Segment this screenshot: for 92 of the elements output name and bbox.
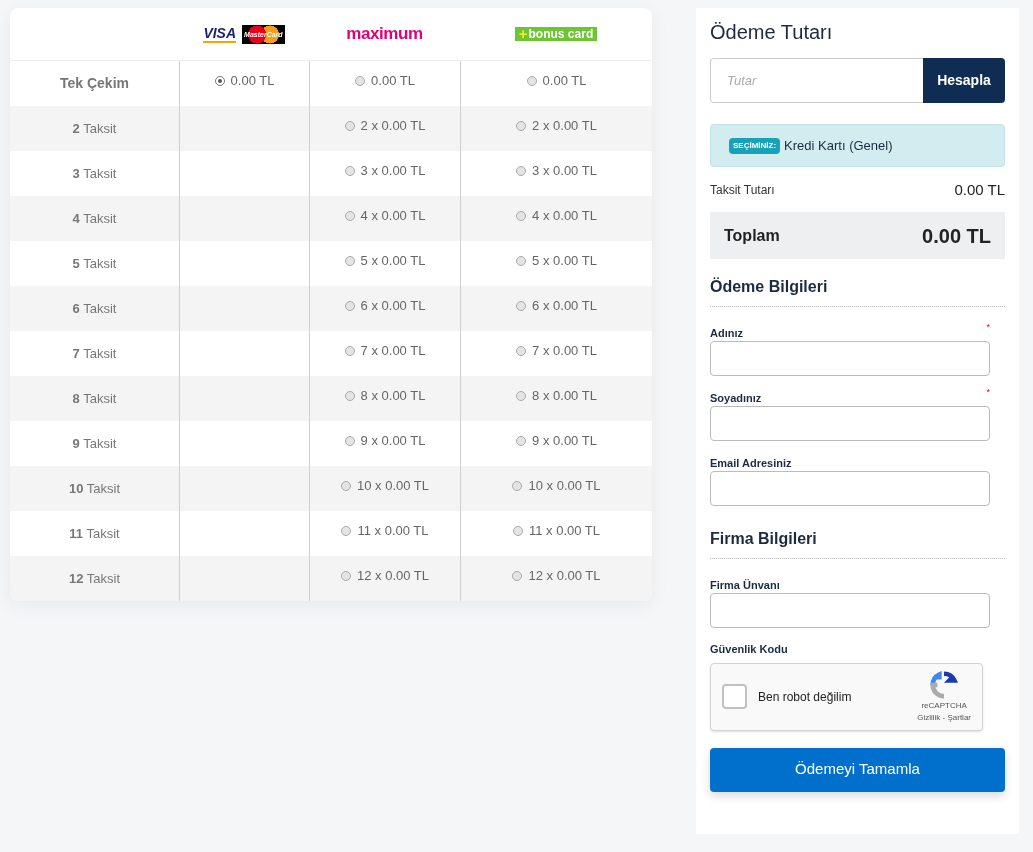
text-field[interactable] — [710, 341, 990, 376]
installment-option[interactable]: 4 x 0.00 TL — [344, 206, 426, 226]
radio-button[interactable] — [516, 436, 527, 446]
selection-badge: SEÇİMİNİZ: — [729, 137, 781, 154]
radio-button[interactable] — [344, 436, 355, 446]
bonus-card-logo: +bonus card — [514, 27, 598, 41]
radio-button[interactable] — [516, 121, 527, 131]
installment-label: 9 Taksit — [72, 434, 117, 453]
installment-amount-value: 0.00 TL — [954, 179, 1005, 200]
radio-button[interactable] — [344, 256, 355, 266]
radio-button[interactable] — [344, 346, 355, 356]
installment-label: 6 Taksit — [72, 299, 117, 318]
installment-option[interactable]: 7 x 0.00 TL — [344, 341, 426, 361]
installment-amount-label: Taksit Tutarı — [710, 182, 775, 199]
installment-option[interactable]: 0.00 TL — [355, 71, 415, 91]
field-label: Güvenlik Kodu — [710, 642, 789, 657]
installment-label: 5 Taksit — [72, 254, 117, 273]
field-label: Email Adresiniz — [710, 456, 792, 465]
installment-option[interactable]: 2 x 0.00 TL — [344, 116, 426, 136]
installment-option[interactable]: 10 x 0.00 TL — [512, 476, 601, 496]
radio-button[interactable] — [341, 526, 352, 536]
installment-option[interactable]: 6 x 0.00 TL — [344, 296, 426, 316]
privacy-terms-link[interactable]: Gizlilik - Şartlar — [917, 711, 971, 724]
radio-button[interactable] — [516, 166, 527, 176]
installment-option[interactable]: 12 x 0.00 TL — [512, 566, 601, 586]
radio-button[interactable] — [516, 211, 527, 221]
installment-option[interactable]: 10 x 0.00 TL — [340, 476, 429, 496]
radio-button[interactable] — [340, 571, 351, 581]
installment-label: 2 Taksit — [72, 119, 117, 138]
installment-option[interactable]: 11 x 0.00 TL — [341, 521, 429, 541]
installment-option[interactable]: 0.00 TL — [214, 71, 275, 91]
installment-option[interactable]: 5 x 0.00 TL — [516, 251, 597, 271]
radio-button[interactable] — [344, 166, 355, 176]
radio-button[interactable] — [512, 526, 523, 536]
installment-option[interactable]: 3 x 0.00 TL — [344, 161, 426, 181]
radio-button[interactable] — [340, 481, 351, 491]
radio-button[interactable] — [512, 481, 523, 491]
installment-option[interactable]: 5 x 0.00 TL — [344, 251, 426, 271]
text-field[interactable] — [710, 406, 990, 441]
installment-option[interactable]: 0.00 TL — [526, 71, 587, 91]
installment-label: 11 Taksit — [69, 524, 120, 543]
installment-label: 4 Taksit — [72, 209, 117, 228]
text-field[interactable] — [710, 593, 990, 628]
radio-button[interactable] — [355, 76, 366, 86]
installment-option[interactable]: 3 x 0.00 TL — [516, 161, 597, 181]
installment-option[interactable]: 11 x 0.00 TL — [512, 521, 601, 541]
radio-button[interactable] — [516, 301, 527, 311]
installment-label: 7 Taksit — [72, 344, 117, 363]
field-label: Adınız — [710, 326, 743, 335]
panel-title: Ödeme Tutarı — [710, 20, 834, 44]
section-title: Ödeme Bilgileri — [710, 277, 829, 297]
recaptcha-icon — [929, 669, 960, 700]
field-label: Firma Ünvanı — [710, 578, 780, 587]
installment-option[interactable]: 8 x 0.00 TL — [344, 386, 426, 406]
total-label: Toplam — [724, 225, 780, 246]
installment-label: Tek Çekim — [60, 74, 129, 93]
installment-option[interactable]: 8 x 0.00 TL — [516, 386, 597, 406]
radio-button[interactable] — [344, 211, 355, 221]
installment-label: 10 Taksit — [68, 479, 121, 498]
radio-button[interactable] — [344, 301, 355, 311]
radio-button[interactable] — [214, 76, 225, 86]
installment-option[interactable]: 9 x 0.00 TL — [516, 431, 597, 451]
installment-option[interactable]: 12 x 0.00 TL — [340, 566, 429, 586]
checkbox-text: Ben robot değilim — [758, 688, 852, 706]
total-value: 0.00 TL — [922, 223, 991, 249]
installment-option[interactable]: 7 x 0.00 TL — [516, 341, 597, 361]
installment-option[interactable]: 9 x 0.00 TL — [344, 431, 426, 451]
required-mark: * — [986, 386, 990, 399]
radio-button[interactable] — [516, 256, 527, 266]
calculate-button[interactable]: Hesapla — [923, 58, 1005, 103]
installment-label: 8 Taksit — [72, 389, 117, 408]
installment-label: 3 Taksit — [72, 164, 117, 183]
complete-payment-button[interactable]: Ödemeyi Tamamla — [710, 747, 1005, 792]
installment-label: 12 Taksit — [68, 569, 121, 588]
installment-option[interactable]: 2 x 0.00 TL — [516, 116, 597, 136]
required-mark: * — [986, 321, 990, 334]
radio-button[interactable] — [516, 346, 527, 356]
selection-text: Kredi Kartı (Genel) — [784, 136, 893, 155]
radio-button[interactable] — [526, 76, 537, 86]
installment-option[interactable]: 4 x 0.00 TL — [516, 206, 597, 226]
visa-logo: VISA — [203, 25, 237, 43]
radio-button[interactable] — [516, 391, 527, 401]
installment-option[interactable]: 6 x 0.00 TL — [516, 296, 597, 316]
amount-field[interactable]: Tutar — [710, 58, 923, 103]
radio-button[interactable] — [512, 571, 523, 581]
text-field[interactable] — [710, 471, 990, 506]
recaptcha-brand: reCAPTCHA — [921, 699, 967, 712]
maximum-logo: maximum — [346, 23, 423, 46]
radio-button[interactable] — [344, 391, 355, 401]
radio-button[interactable] — [344, 121, 355, 131]
robot-checkbox[interactable] — [722, 684, 747, 709]
section-title: Firma Bilgileri — [710, 529, 818, 549]
